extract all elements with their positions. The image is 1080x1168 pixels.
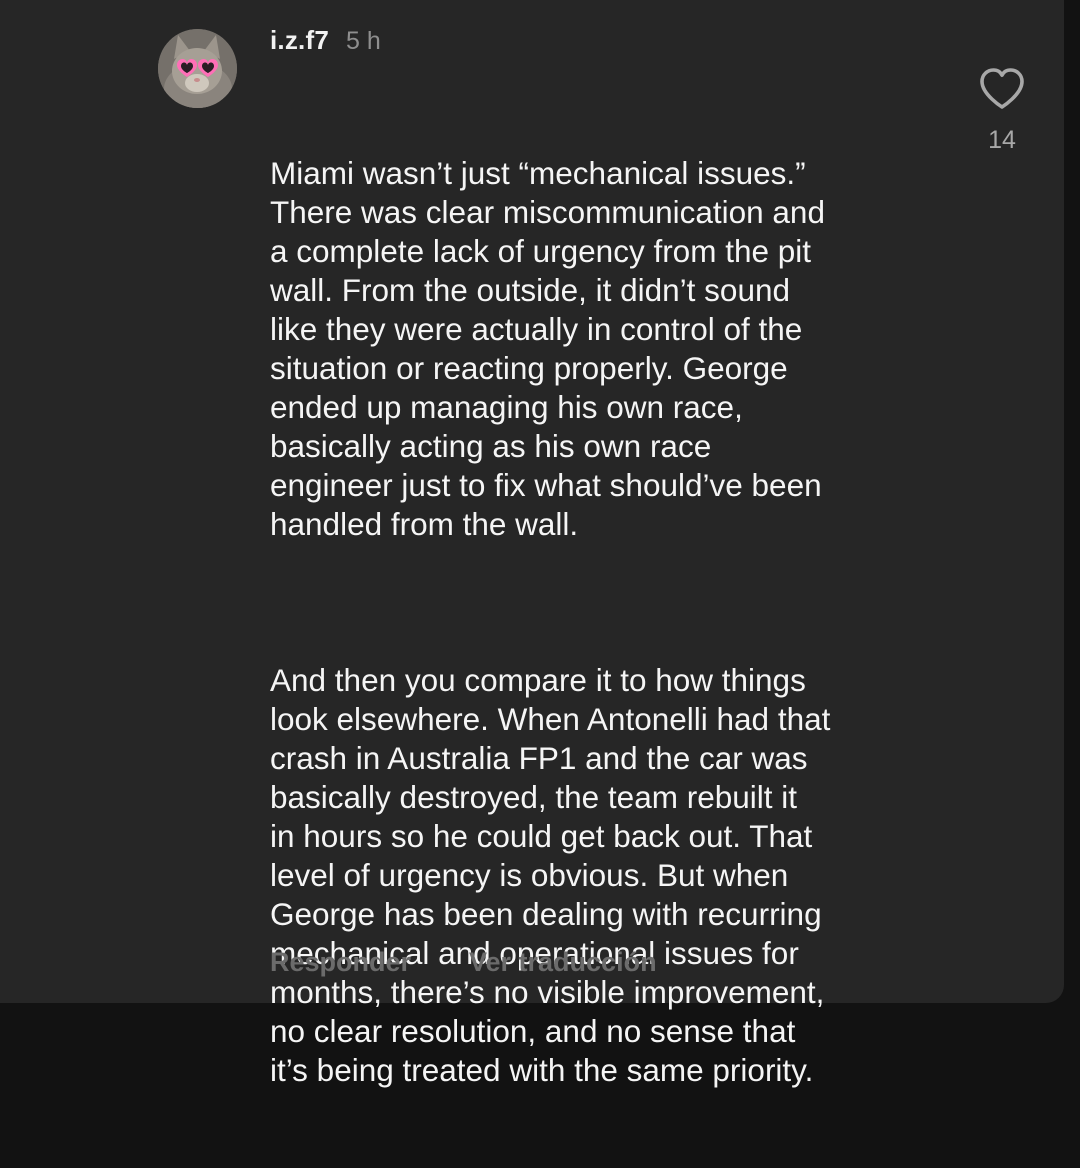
comment-body: Miami wasn’t just “mechanical issues.” T… <box>270 76 950 1168</box>
cat-with-heart-glasses-avatar-image <box>158 29 237 108</box>
comment-author[interactable]: i.z.f7 <box>270 25 329 56</box>
comment-panel: i.z.f7 5 h Miami wasn’t just “mechanical… <box>0 0 1064 1088</box>
comment-paragraph: And then you compare it to how things lo… <box>270 662 831 1088</box>
see-translation-button[interactable]: Ver traducción <box>469 947 657 978</box>
like-button[interactable] <box>978 66 1026 112</box>
like-count: 14 <box>988 126 1016 154</box>
avatar[interactable] <box>158 29 237 108</box>
heart-outline-icon <box>980 68 1024 109</box>
reply-button[interactable]: Responder <box>270 947 411 978</box>
comment-timestamp: 5 h <box>346 27 381 55</box>
comment-paragraph: Miami wasn’t just “mechanical issues.” T… <box>270 155 825 542</box>
